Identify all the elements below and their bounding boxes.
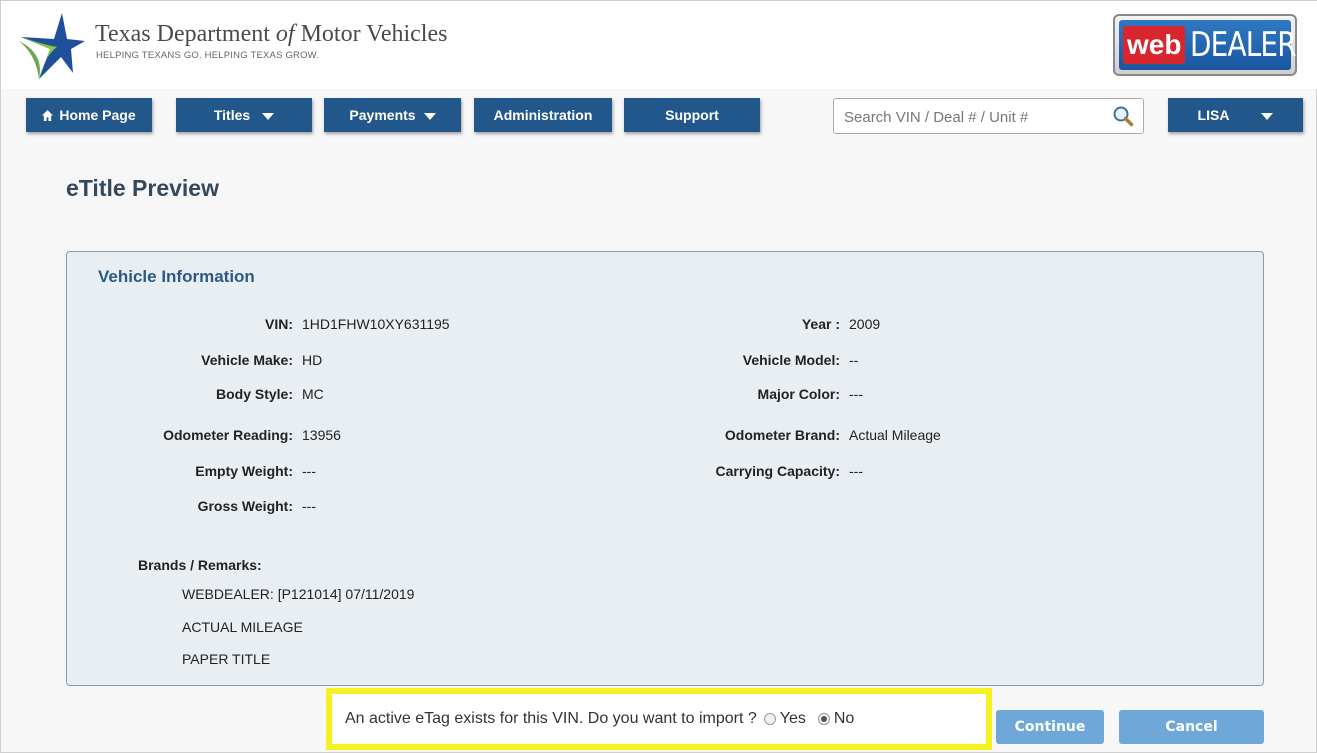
etag-no-label[interactable]: No xyxy=(834,710,854,728)
field-value: 2009 xyxy=(849,316,881,332)
webdealer-dealer-text: DEALER xyxy=(1190,25,1297,65)
nav-home-page[interactable]: Home Page xyxy=(26,98,152,132)
webdealer-web-text: web xyxy=(1123,26,1186,64)
nav-administration[interactable]: Administration xyxy=(474,98,612,132)
etag-import-prompt: An active eTag exists for this VIN. Do y… xyxy=(326,688,992,750)
app-frame: Texas Department of Motor Vehicles HELPI… xyxy=(0,0,1317,753)
txdmv-star-logo-icon xyxy=(19,13,85,79)
field-label: Major Color: xyxy=(757,386,840,402)
chevron-down-icon xyxy=(423,113,436,120)
search-icon[interactable] xyxy=(1112,105,1134,127)
nav-support-label: Support xyxy=(665,107,719,123)
vehicle-information-panel: Vehicle Information VIN: 1HD1FHW10XY6311… xyxy=(66,251,1264,686)
field-value: MC xyxy=(302,386,324,402)
brands-remarks-label: Brands / Remarks: xyxy=(138,557,262,573)
cancel-button[interactable]: Cancel xyxy=(1119,710,1264,744)
remark-item: WEBDEALER: [P121014] 07/11/2019 xyxy=(182,586,415,602)
home-icon xyxy=(42,109,54,121)
etag-yes-label[interactable]: Yes xyxy=(780,710,806,728)
nav-administration-label: Administration xyxy=(493,107,593,123)
field-label: Body Style: xyxy=(215,386,293,402)
etag-no-radio[interactable] xyxy=(817,713,830,725)
field-label: Odometer Brand: xyxy=(724,427,840,443)
user-menu-label: LISA xyxy=(1197,107,1230,123)
chevron-down-icon xyxy=(1261,113,1274,120)
field-value: --- xyxy=(849,386,863,402)
nav-support[interactable]: Support xyxy=(624,98,760,132)
field-label: Carrying Capacity: xyxy=(715,463,840,479)
field-label: VIN: xyxy=(265,316,293,332)
field-label: Gross Weight: xyxy=(197,498,293,514)
etag-question: An active eTag exists for this VIN. Do y… xyxy=(345,710,757,727)
search-input[interactable] xyxy=(844,105,1102,129)
field-label: Empty Weight: xyxy=(195,463,293,479)
field-value: 1HD1FHW10XY631195 xyxy=(302,316,450,332)
user-menu[interactable]: LISA xyxy=(1168,98,1303,132)
field-value: Actual Mileage xyxy=(849,427,941,443)
page-title: eTitle Preview xyxy=(66,175,219,201)
remark-item: PAPER TITLE xyxy=(182,651,271,667)
search-field[interactable] xyxy=(833,98,1144,134)
agency-name: Texas Department of Motor Vehicles xyxy=(95,21,448,47)
field-label: Vehicle Model: xyxy=(742,352,840,368)
section-title: Vehicle Information xyxy=(98,267,255,286)
nav-titles[interactable]: Titles xyxy=(176,98,312,132)
remark-item: ACTUAL MILEAGE xyxy=(182,619,303,635)
field-label: Year : xyxy=(801,316,840,332)
field-value: --- xyxy=(849,463,863,479)
nav-titles-label: Titles xyxy=(213,107,251,123)
field-value: -- xyxy=(849,352,859,368)
field-value: 13956 xyxy=(302,427,341,443)
nav-payments-label: Payments xyxy=(349,107,416,123)
nav-payments[interactable]: Payments xyxy=(324,98,461,132)
header: Texas Department of Motor Vehicles HELPI… xyxy=(1,1,1317,89)
nav-home-label: Home Page xyxy=(59,107,136,123)
field-value: --- xyxy=(302,498,316,514)
agency-tagline: HELPING TEXANS GO. HELPING TEXAS GROW. xyxy=(96,50,320,61)
chevron-down-icon xyxy=(262,113,275,120)
field-label: Vehicle Make: xyxy=(201,352,293,368)
etag-yes-radio[interactable] xyxy=(763,713,776,725)
field-value: HD xyxy=(302,352,323,368)
field-value: --- xyxy=(302,463,316,479)
webdealer-logo: web DEALER xyxy=(1113,14,1297,76)
field-label: Odometer Reading: xyxy=(163,427,293,443)
continue-button[interactable]: Continue xyxy=(996,710,1104,744)
